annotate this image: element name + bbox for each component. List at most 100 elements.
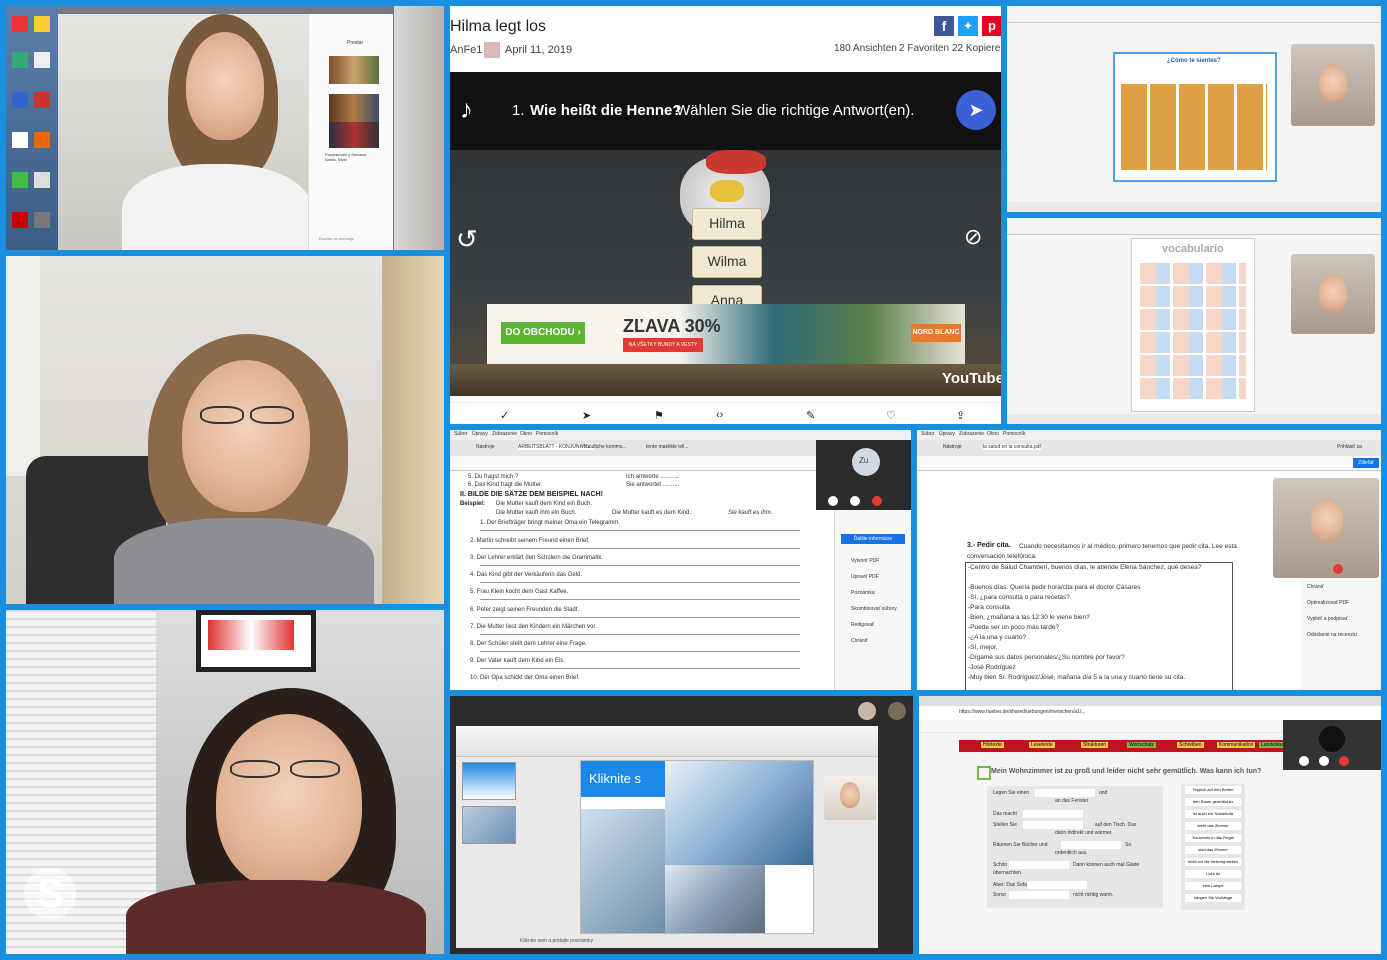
- desktop-icon[interactable]: [34, 52, 50, 68]
- twitter-icon[interactable]: ✦: [958, 16, 978, 36]
- drag-option[interactable]: nicht vor die Heizung stellen: [1185, 858, 1241, 866]
- replay-icon[interactable]: ↺: [456, 224, 478, 255]
- desktop-icon[interactable]: [12, 16, 28, 32]
- drag-option[interactable]: ist auch ein Schlafsofa: [1185, 810, 1241, 818]
- quiz-author[interactable]: AnFe1: [450, 44, 482, 56]
- drag-option[interactable]: Souvenirs in das Regal: [1185, 834, 1241, 842]
- side-tool[interactable]: Chrániť: [1307, 584, 1324, 590]
- mic-icon[interactable]: [1299, 756, 1309, 766]
- nav-item[interactable]: Schreiben: [1177, 742, 1204, 748]
- drag-option[interactable]: Teppich auf den Boden: [1185, 786, 1241, 794]
- slide-canvas[interactable]: Kliknite s: [580, 760, 814, 934]
- ad-shop-button[interactable]: DO OBCHODU ›: [501, 322, 585, 344]
- answer-line[interactable]: [480, 668, 800, 669]
- sign-in-link[interactable]: Prihlásiť sa: [1337, 444, 1362, 450]
- chat-image[interactable]: [329, 94, 379, 122]
- menu-help[interactable]: Pomocník: [536, 431, 558, 437]
- desktop-icon[interactable]: [12, 172, 28, 188]
- slide-thumbnail[interactable]: [462, 762, 516, 800]
- side-tool[interactable]: Odoslanie na recenziu: [1307, 632, 1357, 638]
- music-note-icon[interactable]: ♪: [460, 94, 473, 125]
- drop-field[interactable]: [1023, 810, 1083, 818]
- answer-line[interactable]: [480, 599, 800, 600]
- answer-button[interactable]: Wilma: [692, 246, 762, 278]
- ad-banner[interactable]: DO OBCHODU › ZĽAVA 30% NA VŠETKY BUNDY A…: [487, 304, 965, 364]
- drag-option[interactable]: den Raum gemütlicher: [1185, 798, 1241, 806]
- menu-file[interactable]: Súbor: [454, 431, 467, 437]
- youtube-logo[interactable]: YouTube: [942, 370, 1001, 387]
- flag-icon[interactable]: ⚑: [654, 409, 664, 422]
- tools-tab[interactable]: Nástroje: [476, 444, 495, 450]
- menu-view[interactable]: Zobrazenie: [959, 431, 984, 437]
- menu-edit[interactable]: Úpravy: [472, 431, 488, 437]
- send-icon[interactable]: ➤: [582, 409, 591, 422]
- tools-tab[interactable]: Nástroje: [943, 444, 962, 450]
- menu-help[interactable]: Pomocník: [1003, 431, 1025, 437]
- nav-item[interactable]: Lesetexte: [1029, 742, 1055, 748]
- menu-view[interactable]: Zobrazenie: [492, 431, 517, 437]
- check-icon[interactable]: ✓: [500, 409, 509, 422]
- menu-window[interactable]: Okno: [520, 431, 532, 437]
- hide-eye-icon[interactable]: ⊘: [964, 224, 982, 250]
- chat-image[interactable]: [329, 56, 379, 84]
- quiz-copies[interactable]: 22 Kopieren: [952, 43, 1001, 54]
- slide-title-box[interactable]: Kliknite s: [581, 761, 665, 797]
- chat-card-title[interactable]: Procesiones y Semana Santa, Nivel: [325, 152, 377, 162]
- url-text[interactable]: https://www.hueber.de/shared/uebungen/me…: [959, 709, 1085, 715]
- mic-icon[interactable]: [828, 496, 838, 506]
- answer-line[interactable]: [480, 634, 800, 635]
- drag-option[interactable]: eine Lampe: [1185, 882, 1241, 890]
- pinterest-icon[interactable]: p: [982, 16, 1001, 36]
- camera-icon[interactable]: [1319, 756, 1329, 766]
- side-tool[interactable]: Chrániť: [851, 638, 868, 644]
- hangup-icon[interactable]: [1333, 564, 1343, 574]
- desktop-icon[interactable]: [34, 212, 50, 228]
- side-tool[interactable]: Skombinovať súbory: [851, 606, 897, 612]
- slide-thumbnail[interactable]: [462, 806, 516, 844]
- side-tool[interactable]: Optimalizovať PDF: [1307, 600, 1349, 606]
- side-tool[interactable]: Redigovať: [851, 622, 874, 628]
- camera-icon[interactable]: [850, 496, 860, 506]
- desktop-icon[interactable]: [12, 132, 28, 148]
- nav-item[interactable]: Hörtexte: [981, 742, 1004, 748]
- nav-item[interactable]: Strukturen: [1081, 742, 1109, 748]
- desktop-icon[interactable]: [12, 52, 28, 68]
- side-tool[interactable]: Upraviť PDF: [851, 574, 879, 580]
- chat-image[interactable]: [329, 122, 379, 148]
- doc-tab[interactable]: tente maktikle lell...: [646, 444, 689, 450]
- drag-option[interactable]: hängen Sie Vorhänge: [1185, 894, 1241, 902]
- drag-option[interactable]: sind das Zimmer: [1185, 846, 1241, 854]
- share-icon[interactable]: ⇪: [956, 409, 965, 422]
- notes-placeholder[interactable]: Kliknite sem a pridajte poznámky: [520, 938, 593, 944]
- drop-field[interactable]: [1023, 821, 1083, 829]
- drag-option[interactable]: steht das Zimmer: [1185, 822, 1241, 830]
- answer-line[interactable]: [480, 617, 800, 618]
- answer-line[interactable]: [480, 548, 800, 549]
- hangup-icon[interactable]: [872, 496, 882, 506]
- answer-line[interactable]: [480, 582, 800, 583]
- drop-field[interactable]: [1027, 881, 1087, 889]
- code-icon[interactable]: ‹›: [716, 409, 723, 421]
- menu-file[interactable]: Súbor: [921, 431, 934, 437]
- more-info-button[interactable]: Ďalšie informácie: [841, 534, 905, 544]
- side-tool[interactable]: Poznámka: [851, 590, 875, 596]
- hangup-icon[interactable]: [1339, 756, 1349, 766]
- side-tool[interactable]: Vytvoriť PDF: [851, 558, 879, 564]
- drop-field[interactable]: [1009, 891, 1069, 899]
- desktop-icon[interactable]: [34, 16, 50, 32]
- desktop-icon[interactable]: [34, 172, 50, 188]
- answer-line[interactable]: [480, 530, 800, 531]
- drop-field[interactable]: [1061, 841, 1121, 849]
- desktop-icon[interactable]: [34, 92, 50, 108]
- doc-tab[interactable]: mundliche kommu...: [582, 444, 627, 450]
- answer-button[interactable]: Hilma: [692, 208, 762, 240]
- drop-field[interactable]: [1035, 789, 1095, 797]
- quiz-favorites[interactable]: 2 Favoriten: [899, 43, 949, 54]
- nav-item[interactable]: Wortschatz: [1127, 742, 1156, 748]
- answer-line[interactable]: [480, 565, 800, 566]
- drag-option[interactable]: Licht ist: [1185, 870, 1241, 878]
- menu-window[interactable]: Okno: [987, 431, 999, 437]
- menu-edit[interactable]: Úpravy: [939, 431, 955, 437]
- heart-icon[interactable]: ♡: [886, 409, 896, 422]
- chat-input[interactable]: Escribe un mensaje: [319, 236, 354, 241]
